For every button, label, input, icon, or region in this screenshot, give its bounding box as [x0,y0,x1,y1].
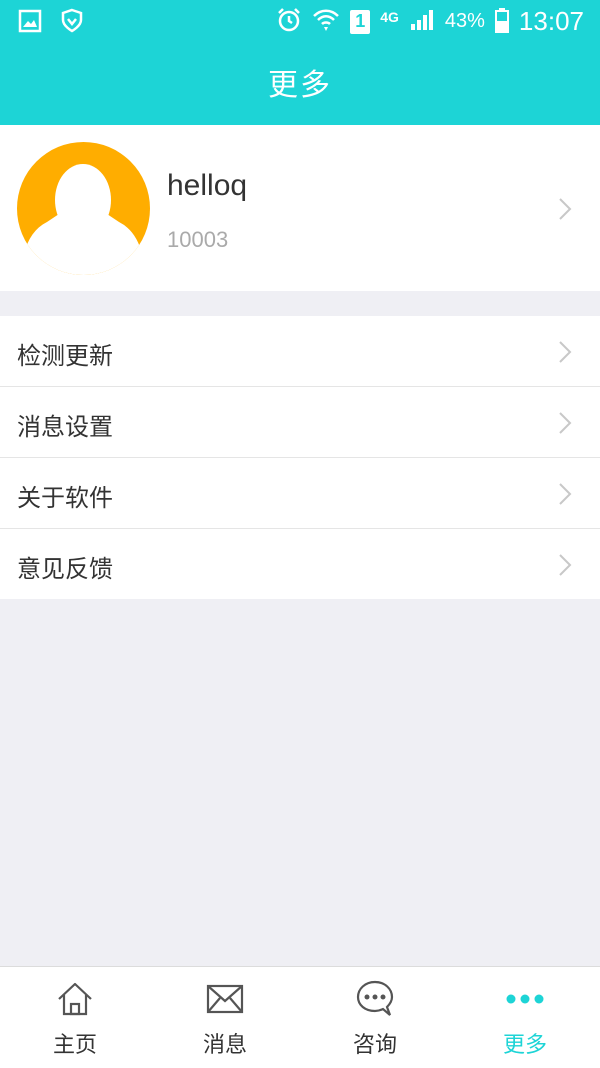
settings-menu: 检测更新 消息设置 关于软件 意见反馈 [0,316,600,599]
menu-item-about[interactable]: 关于软件 [0,458,600,529]
tab-consult[interactable]: 咨询 [300,967,450,1068]
menu-item-check-update[interactable]: 检测更新 [0,316,600,387]
tab-messages[interactable]: 消息 [150,967,300,1068]
wifi-icon [312,7,340,37]
tab-label: 咨询 [352,1033,397,1058]
clock-time: 13:07 [518,6,584,36]
battery-icon [494,7,509,37]
top-header: 1 4G 43% 13:07 更多 [0,0,600,125]
sim-icon: 1 [350,9,371,34]
menu-item-label: 关于软件 [17,484,113,512]
page-title: 更多 [268,68,332,103]
person-silhouette-icon [21,164,145,275]
chat-icon [355,979,395,1023]
chevron-right-icon [558,197,572,225]
menu-item-label: 消息设置 [17,413,113,441]
gallery-icon [18,9,42,37]
network-type: 4G [380,8,399,25]
avatar [17,142,150,275]
home-icon [55,979,95,1023]
bottom-tab-bar: 主页 消息 咨询 更多 [0,966,600,1068]
tab-label: 主页 [52,1033,97,1058]
menu-item-feedback[interactable]: 意见反馈 [0,529,600,599]
profile-card[interactable]: helloq 10003 [0,125,600,291]
alarm-icon [276,7,302,37]
chevron-right-icon [558,340,572,368]
chevron-right-icon [558,482,572,510]
shield-icon [60,8,84,38]
menu-item-label: 意见反馈 [17,555,113,583]
menu-item-label: 检测更新 [17,342,113,370]
signal-icon [409,8,435,36]
tab-label: 更多 [502,1033,547,1058]
profile-name: helloq [167,169,248,202]
mail-icon [205,979,245,1023]
chevron-right-icon [558,553,572,581]
menu-item-message-settings[interactable]: 消息设置 [0,387,600,458]
profile-id: 10003 [167,227,229,252]
battery-percent: 43% [444,10,485,32]
more-icon [503,979,547,1023]
tab-more[interactable]: 更多 [450,967,600,1068]
tab-label: 消息 [202,1033,247,1058]
status-bar: 1 4G 43% 13:07 [0,0,600,44]
chevron-right-icon [558,411,572,439]
tab-home[interactable]: 主页 [0,967,150,1068]
